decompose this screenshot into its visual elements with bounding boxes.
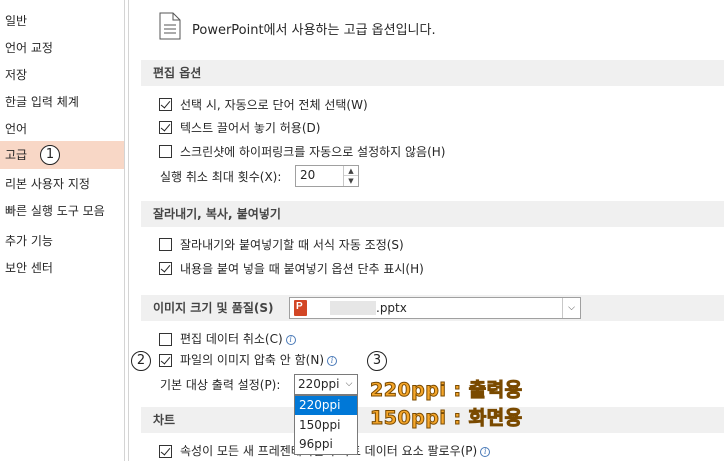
- sidebar-item-proofing[interactable]: 언어 교정: [0, 34, 124, 62]
- annotation-150ppi-screen: 150ppi : 화면용: [370, 407, 523, 430]
- smart-cut-paste-label: 잘라내기와 붙여넣기할 때 서식 자동 조정(S): [180, 238, 404, 252]
- undo-spin-buttons: ▲ ▼: [343, 166, 358, 186]
- sidebar-item-addins[interactable]: 추가 기능: [0, 227, 124, 255]
- sidebar-item-language[interactable]: 언어: [0, 115, 124, 143]
- sidebar-item-general[interactable]: 일반: [0, 7, 124, 35]
- pptx-file-icon: [294, 300, 307, 316]
- chart-follow-data-checkbox[interactable]: [159, 445, 172, 458]
- undo-max-label: 실행 취소 최대 횟수(X):: [160, 170, 282, 184]
- document-options-icon: [159, 12, 181, 40]
- annotation-220ppi-print: 220ppi : 출력용: [370, 379, 523, 402]
- dropdown-option-150ppi[interactable]: 150ppi: [295, 416, 357, 435]
- section-editing-header: 편집 옵션: [141, 60, 724, 86]
- no-compress-images-checkbox[interactable]: [159, 354, 172, 367]
- annotation-circle-3: 3: [367, 351, 387, 371]
- info-icon[interactable]: i: [480, 447, 491, 457]
- drag-drop-checkbox[interactable]: [159, 121, 172, 134]
- default-output-select[interactable]: 220ppi ⌵: [294, 374, 358, 395]
- paste-options-button-label: 내용을 붙여 넣을 때 붙여넣기 옵션 단추 표시(H): [180, 262, 424, 276]
- section-clipboard-header: 잘라내기, 복사, 붙여넣기: [141, 201, 724, 227]
- auto-select-word-label: 선택 시, 자동으로 단어 전체 선택(W): [180, 98, 368, 112]
- spin-down-icon[interactable]: ▼: [344, 176, 358, 186]
- sidebar-item-quick-access[interactable]: 빠른 실행 도구 모음: [0, 197, 124, 225]
- no-compress-images-label: 파일의 이미지 압축 안 함(N): [180, 353, 324, 367]
- sidebar-item-advanced[interactable]: 고급: [0, 141, 124, 169]
- sidebar-item-trust-center[interactable]: 보안 센터: [0, 254, 124, 282]
- undo-max-stepper[interactable]: 20 ▲ ▼: [295, 165, 359, 187]
- no-hyperlink-screenshot-label: 스크린샷에 하이퍼링크를 자동으로 설정하지 않음(H): [180, 145, 446, 159]
- annotation-circle-1: 1: [40, 145, 60, 165]
- sidebar-item-customize-ribbon[interactable]: 리본 사용자 지정: [0, 170, 124, 198]
- image-file-select[interactable]: .pptx ⌵: [289, 297, 581, 319]
- chevron-down-icon[interactable]: ⌵: [562, 298, 580, 318]
- info-icon[interactable]: i: [285, 335, 296, 345]
- default-output-label: 기본 대상 출력 설정(P):: [160, 378, 281, 392]
- info-icon[interactable]: i: [327, 356, 337, 366]
- page-header: PowerPoint에서 사용하는 고급 옵션입니다.: [192, 23, 436, 38]
- file-name-text: .pptx: [376, 301, 407, 315]
- sidebar-item-input-system[interactable]: 한글 입력 체계: [0, 88, 124, 116]
- discard-edit-data-label: 편집 데이터 취소(C): [180, 332, 283, 346]
- no-compress-images-label-wrap: 파일의 이미지 압축 안 함(N) i: [180, 352, 337, 368]
- options-sidebar: 일반 언어 교정 저장 한글 입력 체계 언어 고급 리본 사용자 지정 빠른 …: [0, 0, 124, 461]
- paste-options-button-checkbox[interactable]: [159, 262, 172, 275]
- discard-edit-data-label-wrap: 편집 데이터 취소(C) i: [180, 331, 296, 347]
- default-output-value: 220ppi: [298, 377, 340, 391]
- no-hyperlink-screenshot-checkbox[interactable]: [159, 145, 172, 158]
- sidebar-divider: [124, 0, 125, 461]
- auto-select-word-checkbox[interactable]: [159, 98, 172, 111]
- output-dropdown-list: 220ppi 150ppi 96ppi: [294, 395, 358, 455]
- undo-max-value: 20: [300, 168, 316, 182]
- redacted-filename: [330, 301, 376, 315]
- sidebar-item-save[interactable]: 저장: [0, 61, 124, 89]
- smart-cut-paste-checkbox[interactable]: [159, 238, 172, 251]
- dropdown-option-220ppi[interactable]: 220ppi: [295, 396, 357, 415]
- drag-drop-label: 텍스트 끌어서 놓기 허용(D): [180, 121, 321, 135]
- annotation-circle-2: 2: [131, 351, 151, 371]
- dropdown-option-96ppi[interactable]: 96ppi: [295, 435, 357, 454]
- spin-up-icon[interactable]: ▲: [344, 166, 358, 176]
- discard-edit-data-checkbox[interactable]: [159, 333, 172, 346]
- chevron-down-icon[interactable]: ⌵: [341, 375, 357, 394]
